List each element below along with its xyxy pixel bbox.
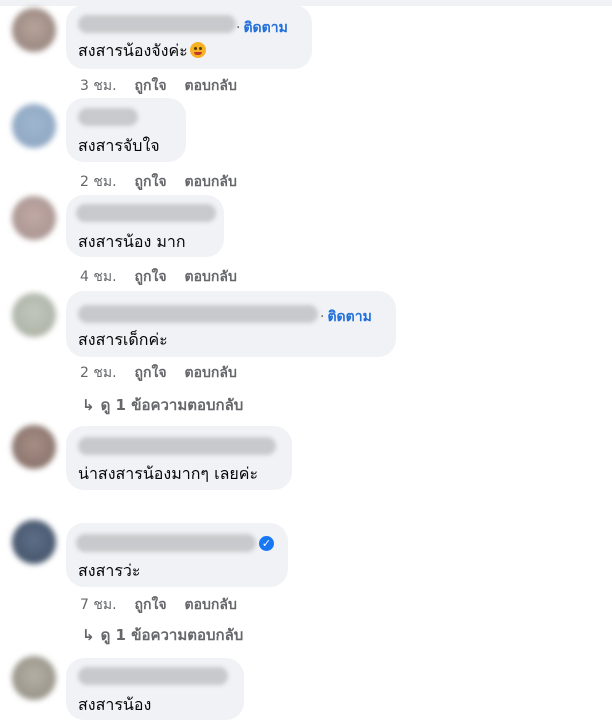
verified-badge-icon: ✓ xyxy=(259,536,274,551)
comment-meta: 4 ชม. ถูกใจ ตอบกลับ xyxy=(80,266,255,288)
comment-bubble: สงสารน้อง xyxy=(66,658,244,720)
comment-text: สงสารว่ะ xyxy=(78,561,141,580)
crying-face-icon xyxy=(189,42,206,58)
commenter-name-blurred[interactable] xyxy=(78,15,236,33)
comment-time[interactable]: 4 ชม. xyxy=(80,269,117,285)
avatar[interactable] xyxy=(12,196,56,240)
comment-text: สงสารน้อง xyxy=(78,695,152,714)
commenter-name-blurred[interactable] xyxy=(78,305,318,323)
comment-meta: 7 ชม. ถูกใจ ตอบกลับ xyxy=(80,594,255,616)
view-replies-link[interactable]: ↳ ดู 1 ข้อความตอบกลับ xyxy=(82,623,243,647)
reply-arrow-icon: ↳ xyxy=(82,626,95,644)
comment-meta: 2 ชม. ถูกใจ ตอบกลับ xyxy=(80,171,255,193)
comment-text: สงสารน้องจังค่ะ xyxy=(78,39,206,64)
view-replies-link[interactable]: ↳ ดู 1 ข้อความตอบกลับ xyxy=(82,393,243,417)
reply-button[interactable]: ตอบกลับ xyxy=(185,365,237,381)
avatar[interactable] xyxy=(12,656,56,700)
avatar[interactable] xyxy=(12,520,56,564)
comment-meta: 2 ชม. ถูกใจ ตอบกลับ xyxy=(80,362,255,384)
comment-time[interactable]: 2 ชม. xyxy=(80,174,117,190)
reply-arrow-icon: ↳ xyxy=(82,396,95,414)
comment-time[interactable]: 3 ชม. xyxy=(80,78,117,94)
commenter-name-blurred[interactable] xyxy=(78,437,276,455)
follow-link[interactable]: · ติดตาม xyxy=(320,306,372,328)
commenter-name-blurred[interactable] xyxy=(76,204,216,222)
commenter-name-blurred[interactable] xyxy=(76,534,256,552)
comment-bubble: สงสารน้อง มาก xyxy=(66,195,224,257)
comment-text: สงสารเด็กค่ะ xyxy=(78,330,168,349)
like-button[interactable]: ถูกใจ xyxy=(135,597,167,613)
comment-bubble: ✓ สงสารว่ะ xyxy=(66,523,288,587)
reply-button[interactable]: ตอบกลับ xyxy=(185,174,237,190)
avatar[interactable] xyxy=(12,425,56,469)
comment-text: น่าสงสารน้องมากๆ เลยค่ะ xyxy=(78,464,259,483)
comment-meta: 3 ชม. ถูกใจ ตอบกลับ xyxy=(80,75,255,97)
comment-bubble: · ติดตาม สงสารน้องจังค่ะ xyxy=(66,5,312,69)
reply-button[interactable]: ตอบกลับ xyxy=(185,269,237,285)
comment-text: สงสารจับใจ xyxy=(78,136,160,155)
commenter-name-blurred[interactable] xyxy=(78,108,138,126)
reply-button[interactable]: ตอบกลับ xyxy=(185,597,237,613)
avatar[interactable] xyxy=(12,8,56,52)
comment-time[interactable]: 7 ชม. xyxy=(80,597,117,613)
like-button[interactable]: ถูกใจ xyxy=(135,78,167,94)
avatar[interactable] xyxy=(12,293,56,337)
comment-bubble: · ติดตาม สงสารเด็กค่ะ xyxy=(66,291,396,357)
commenter-name-blurred[interactable] xyxy=(78,667,228,685)
follow-link[interactable]: · ติดตาม xyxy=(236,17,288,39)
like-button[interactable]: ถูกใจ xyxy=(135,365,167,381)
reply-button[interactable]: ตอบกลับ xyxy=(185,78,237,94)
avatar[interactable] xyxy=(12,104,56,148)
comment-text: สงสารน้อง มาก xyxy=(78,232,186,251)
comment-time[interactable]: 2 ชม. xyxy=(80,365,117,381)
comment-bubble: น่าสงสารน้องมากๆ เลยค่ะ xyxy=(66,426,292,490)
comment-bubble: สงสารจับใจ xyxy=(66,98,186,162)
like-button[interactable]: ถูกใจ xyxy=(135,269,167,285)
like-button[interactable]: ถูกใจ xyxy=(135,174,167,190)
